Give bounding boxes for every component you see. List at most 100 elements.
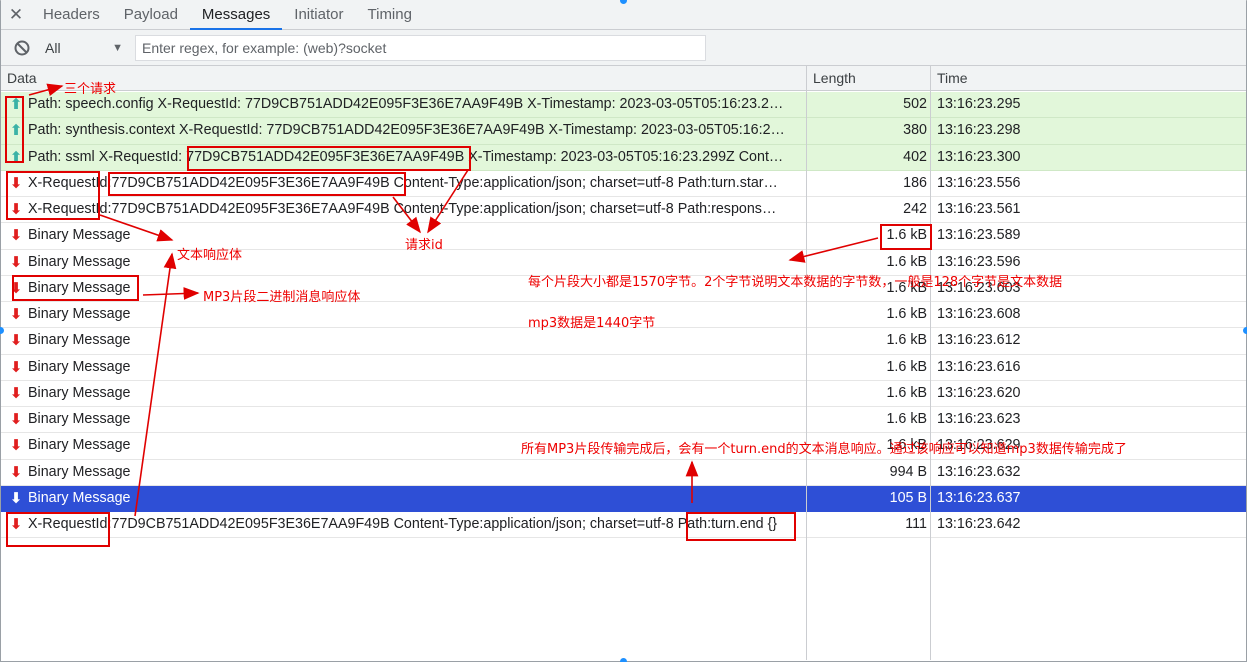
column-divider[interactable] [930,66,931,660]
time-cell: 13:16:23.629 [937,437,1021,454]
time-cell: 13:16:23.561 [937,201,1021,217]
table-row[interactable]: ⬇ Binary Message 1.6 kB 13:16:23.608 [1,302,1246,329]
message-data: Binary Message [28,411,131,427]
data-cell: ⬇ Binary Message [9,355,805,380]
length-cell: 111 [905,516,927,532]
message-type-select[interactable]: All ▼ [45,40,123,56]
table-row[interactable]: ⬇ Binary Message 1.6 kB 13:16:23.589 [1,223,1246,250]
resize-handle[interactable] [1243,327,1247,334]
close-icon[interactable]: ✕ [1,0,31,29]
message-type-value: All [45,39,61,56]
message-data: Path: ssml X-RequestId: 77D9CB751ADD42E0… [28,148,784,165]
length-cell: 1.6 kB [886,437,927,454]
time-cell: 13:16:23.608 [937,306,1021,322]
data-cell: ⬆ Path: ssml X-RequestId: 77D9CB751ADD42E… [9,145,805,170]
length-cell: 186 [903,174,927,191]
tab-initiator[interactable]: Initiator [282,0,355,29]
message-data: X-RequestId:77D9CB751ADD42E095F3E36E7AA9… [28,201,777,217]
length-cell: 994 B [889,463,927,480]
table-row[interactable]: ⬇ Binary Message 1.6 kB 13:16:23.596 [1,250,1246,276]
data-cell: ⬇ Binary Message [9,250,805,275]
length-cell: 1.6 kB [886,411,927,427]
time-cell: 13:16:23.612 [937,332,1021,349]
regex-filter-input[interactable] [135,34,706,61]
length-cell: 1.6 kB [886,253,927,270]
time-cell: 13:16:23.295 [937,96,1021,112]
table-row[interactable]: ⬇ Binary Message 994 B 13:16:23.632 [1,460,1246,486]
data-cell: ⬇ Binary Message [9,486,805,511]
length-cell: 1.6 kB [886,279,927,296]
tab-timing[interactable]: Timing [356,0,424,29]
arrow-down-icon: ⬇ [9,411,23,428]
message-data: Binary Message [28,227,131,244]
table-row[interactable]: ⬇ Binary Message 1.6 kB 13:16:23.603 [1,276,1246,302]
message-data: Binary Message [28,437,131,454]
table-row[interactable]: ⬆ Path: synthesis.context X-RequestId: 77… [1,118,1246,145]
length-cell: 380 [903,122,927,139]
time-cell: 13:16:23.556 [937,174,1021,191]
column-header-data[interactable]: Data [1,66,37,91]
table-row[interactable]: ⬇ X-RequestId:77D9CB751ADD42E095F3E36E7AA… [1,512,1246,539]
length-cell: 502 [903,96,927,112]
time-cell: 13:16:23.589 [937,227,1021,244]
caret-down-icon: ▼ [112,41,123,54]
table-row[interactable]: ⬇ Binary Message 1.6 kB 13:16:23.612 [1,328,1246,355]
data-cell: ⬇ X-RequestId:77D9CB751ADD42E095F3E36E7AA… [9,512,805,537]
data-cell: ⬇ Binary Message [9,223,805,248]
table-row[interactable]: ⬇ Binary Message 1.6 kB 13:16:23.623 [1,407,1246,434]
table-row[interactable]: ⬇ Binary Message 1.6 kB 13:16:23.629 [1,433,1246,460]
message-data: Path: speech.config X-RequestId: 77D9CB7… [28,96,784,112]
length-cell: 1.6 kB [886,227,927,244]
data-cell: ⬇ Binary Message [9,460,805,485]
table-row[interactable]: ⬇ Binary Message 1.6 kB 13:16:23.616 [1,355,1246,381]
table-row[interactable]: ⬇ Binary Message 105 B 13:16:23.637 [1,485,1246,512]
message-data: Path: synthesis.context X-RequestId: 77D… [28,122,785,139]
arrow-down-icon: ⬇ [9,384,23,402]
message-data: X-RequestId:77D9CB751ADD42E095F3E36E7AA9… [28,516,778,532]
data-cell: ⬆ Path: speech.config X-RequestId: 77D9CB… [9,92,805,117]
tab-headers[interactable]: Headers [31,0,112,29]
column-divider[interactable] [806,66,807,660]
tab-bar: ✕ Headers Payload Messages Initiator Tim… [1,0,1246,30]
resize-handle[interactable] [620,658,627,662]
arrow-down-icon: ⬇ [9,279,23,297]
arrow-down-icon: ⬇ [9,516,23,533]
data-cell: ⬇ Binary Message [9,302,805,327]
tab-messages[interactable]: Messages [189,0,283,30]
time-cell: 13:16:23.642 [937,516,1021,532]
arrow-down-icon: ⬇ [9,201,23,218]
time-cell: 13:16:23.298 [937,122,1021,139]
column-header-time[interactable]: Time [931,66,968,91]
message-data: Binary Message [28,279,131,296]
data-cell: ⬇ Binary Message [9,433,805,458]
message-data: Binary Message [28,463,131,480]
table-row[interactable]: ⬆ Path: speech.config X-RequestId: 77D9CB… [1,92,1246,119]
data-cell: ⬇ Binary Message [9,407,805,432]
tab-payload[interactable]: Payload [112,0,190,29]
length-cell: 105 B [889,489,927,506]
time-cell: 13:16:23.637 [937,489,1021,506]
length-cell: 1.6 kB [886,306,927,322]
message-data: Binary Message [28,384,131,401]
table-row[interactable]: ⬆ Path: ssml X-RequestId: 77D9CB751ADD42E… [1,144,1246,171]
table-row[interactable]: ⬇ X-RequestId:77D9CB751ADD42E095F3E36E7AA… [1,171,1246,197]
table-row[interactable]: ⬇ Binary Message 1.6 kB 13:16:23.620 [1,381,1246,407]
arrow-down-icon: ⬇ [9,332,23,350]
message-data: Binary Message [28,489,131,506]
arrow-down-icon: ⬇ [9,174,23,192]
block-icon[interactable] [13,39,31,57]
data-cell: ⬇ Binary Message [9,328,805,353]
filter-bar: All ▼ [1,30,1246,66]
table-header: Data Length Time [1,66,1246,91]
arrow-down-icon: ⬇ [9,437,23,455]
table-row[interactable]: ⬇ X-RequestId:77D9CB751ADD42E095F3E36E7AA… [1,197,1246,224]
data-cell: ⬆ Path: synthesis.context X-RequestId: 77… [9,118,805,143]
message-data: Binary Message [28,332,131,349]
column-header-length[interactable]: Length [807,66,856,91]
data-cell: ⬇ X-RequestId:77D9CB751ADD42E095F3E36E7AA… [9,197,805,222]
message-data: X-RequestId:77D9CB751ADD42E095F3E36E7AA9… [28,174,778,191]
arrow-down-icon: ⬇ [9,358,23,376]
arrow-up-icon: ⬆ [9,148,23,166]
arrow-up-icon: ⬆ [9,122,23,140]
message-data: Binary Message [28,306,131,322]
